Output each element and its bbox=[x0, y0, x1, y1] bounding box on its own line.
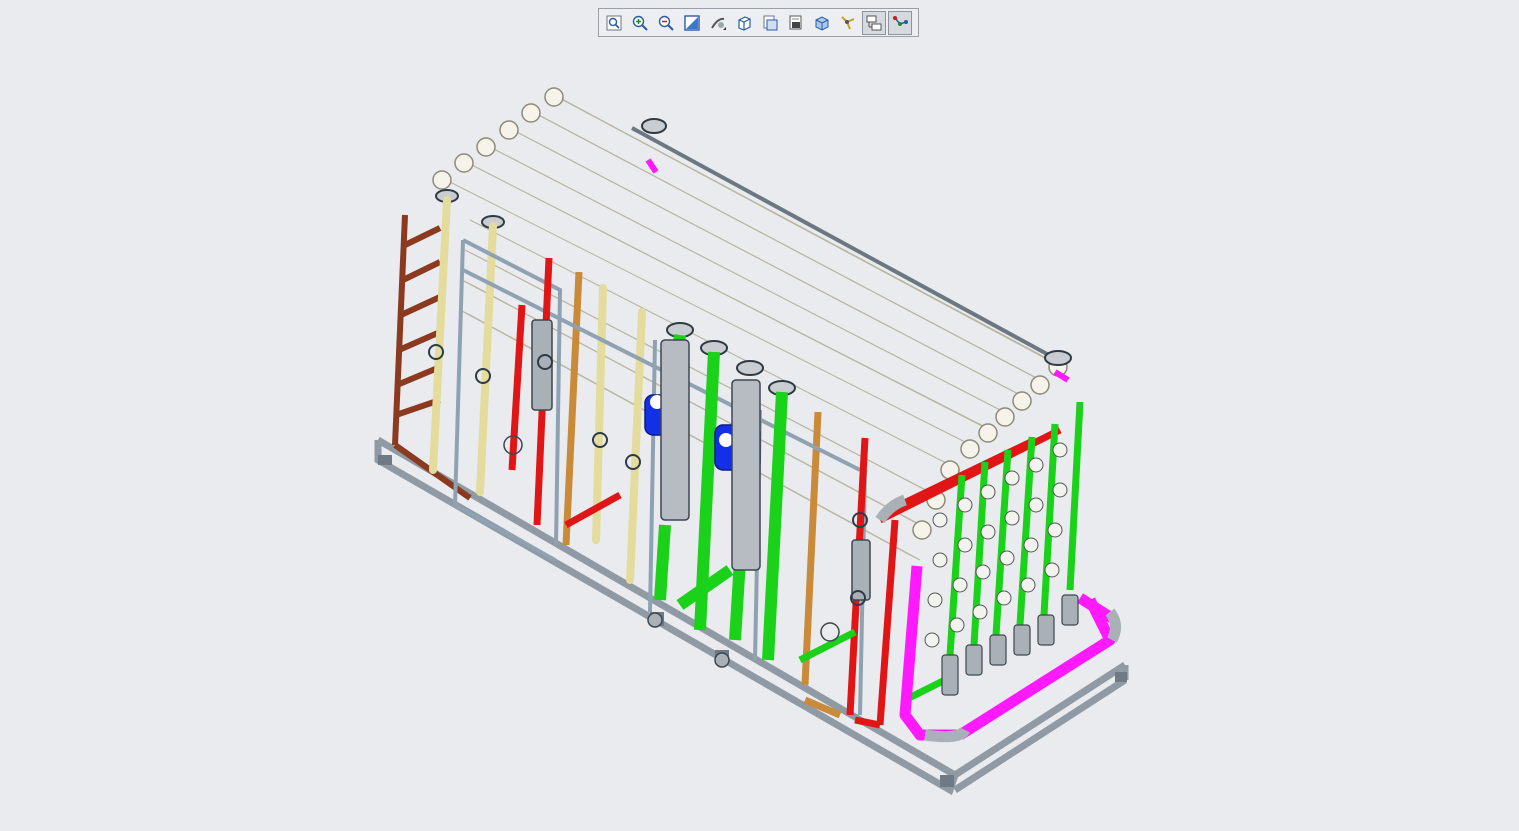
vessel-top-rail bbox=[631, 126, 1059, 362]
vessel bbox=[459, 309, 921, 561]
handwheels bbox=[428, 344, 868, 606]
vessel bbox=[547, 91, 1066, 369]
vessel bbox=[502, 124, 1031, 401]
header-bottom-fittings bbox=[941, 594, 1079, 696]
skid-assembly-model bbox=[374, 87, 1129, 796]
3d-model-viewport[interactable] bbox=[0, 0, 1519, 831]
